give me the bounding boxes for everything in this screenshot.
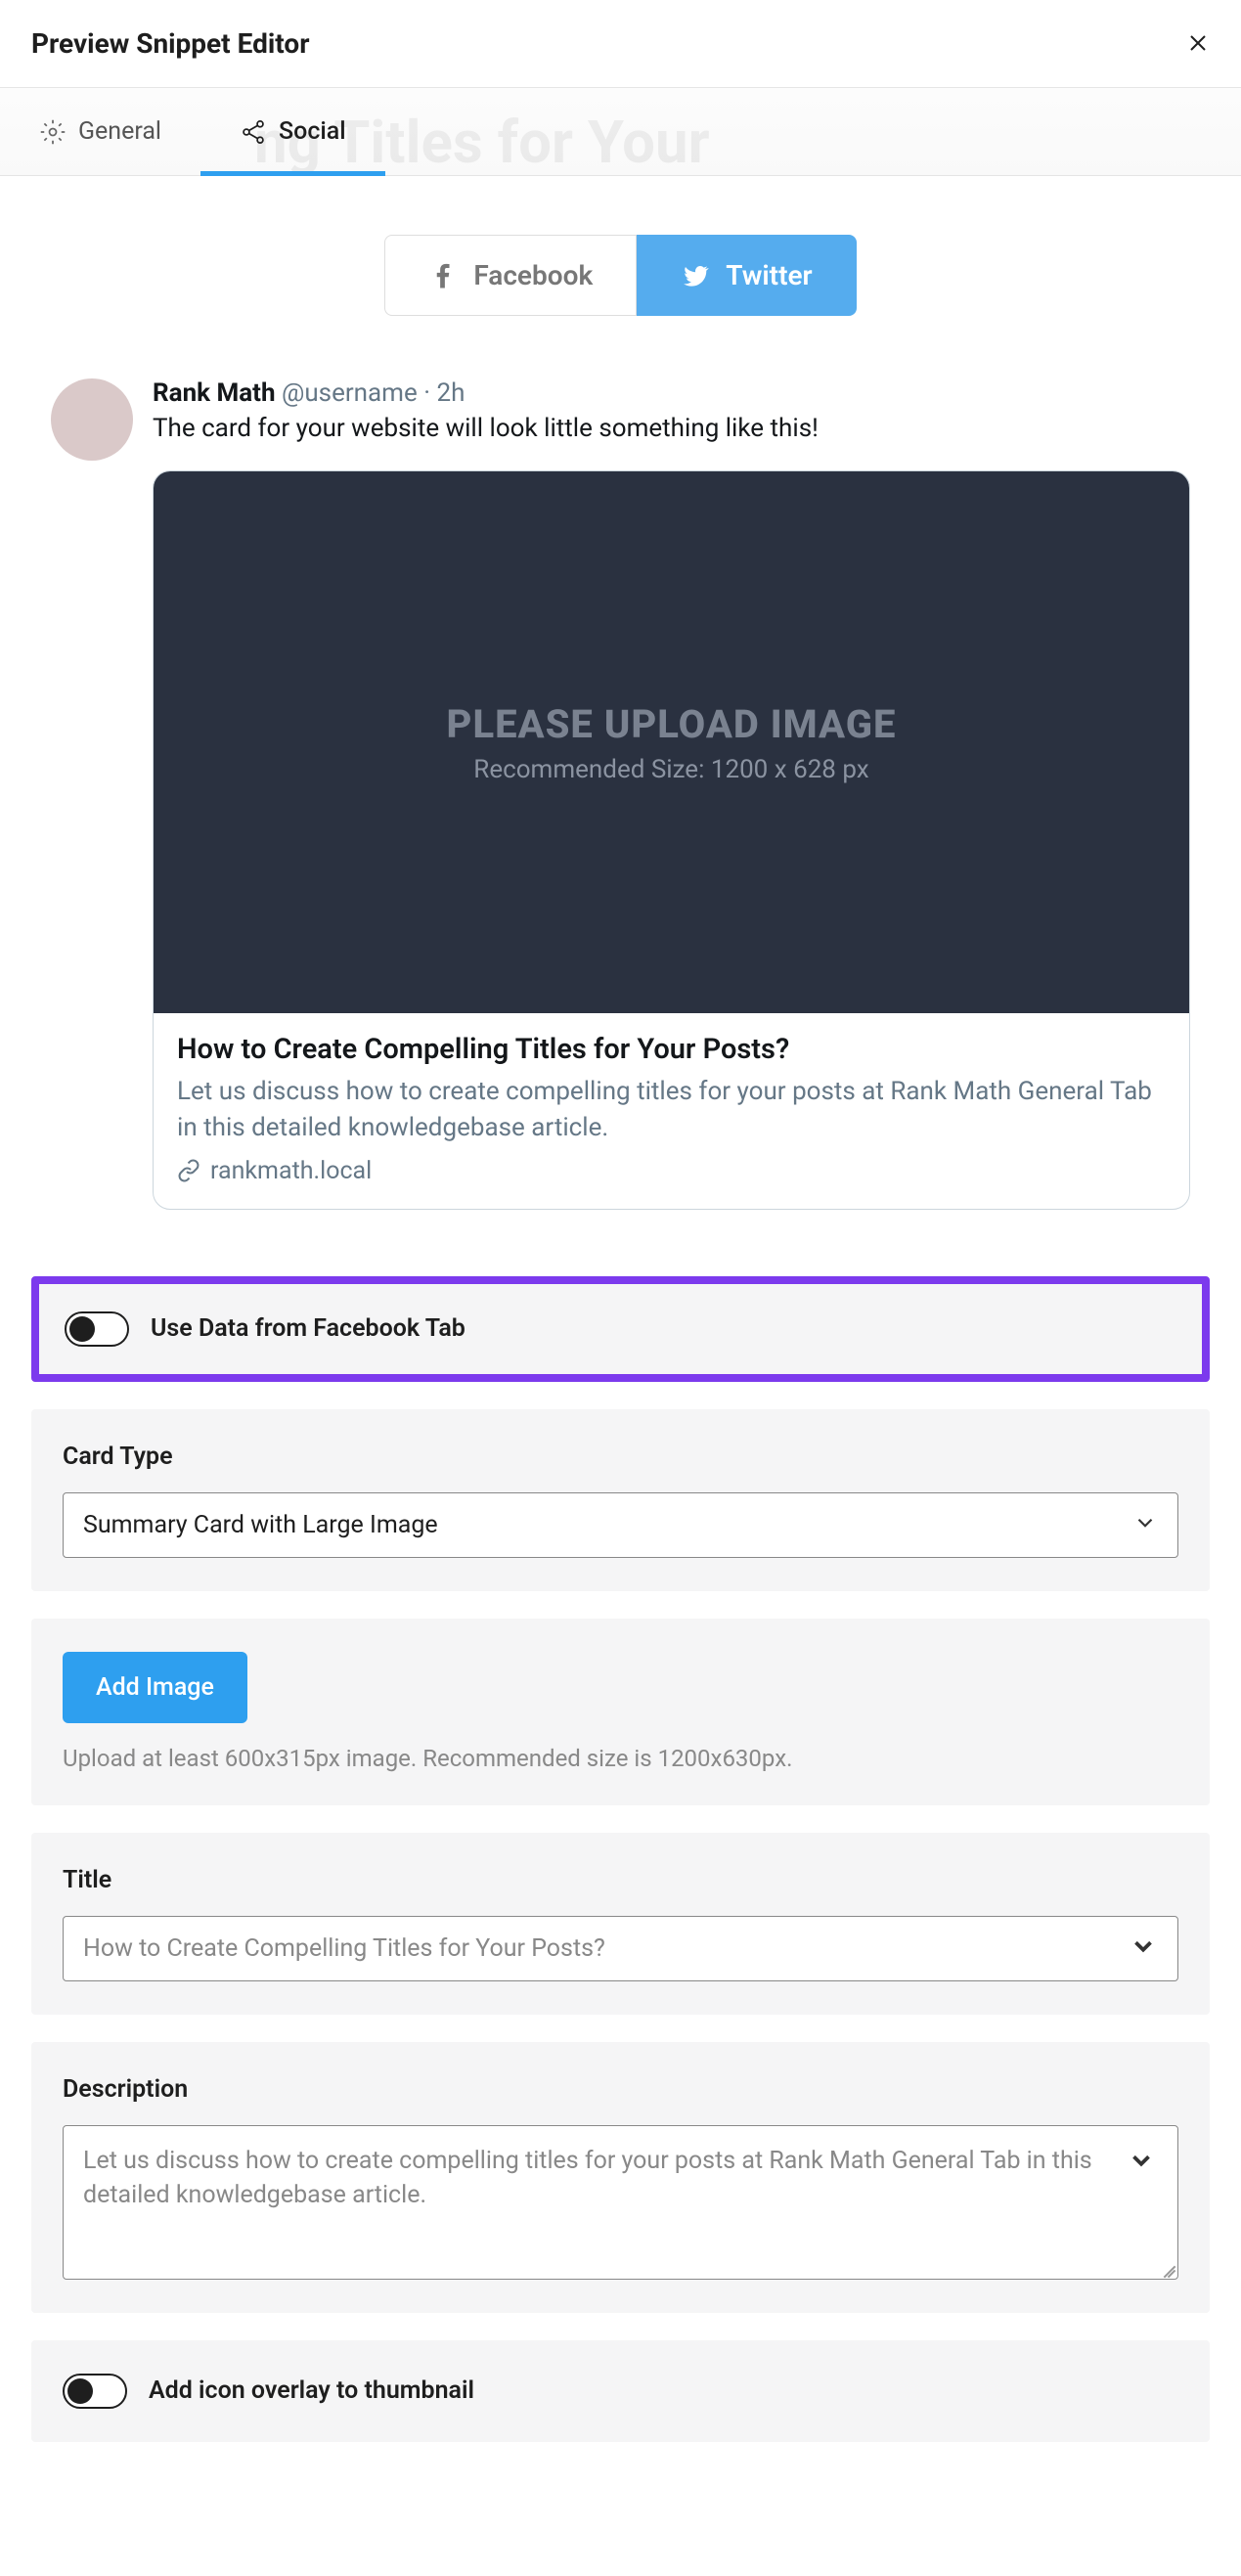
description-textarea[interactable]: Let us discuss how to create compelling … bbox=[63, 2125, 1178, 2280]
twitter-card: PLEASE UPLOAD IMAGE Recommended Size: 12… bbox=[153, 470, 1190, 1210]
panel-add-image: Add Image Upload at least 600x315px imag… bbox=[31, 1619, 1210, 1805]
panel-description: Description Let us discuss how to create… bbox=[31, 2042, 1210, 2313]
social-tab-facebook[interactable]: Facebook bbox=[384, 235, 637, 316]
title-input-value: How to Create Compelling Titles for Your… bbox=[64, 1917, 1177, 1980]
gear-icon bbox=[39, 118, 66, 146]
panel-icon-overlay: Add icon overlay to thumbnail bbox=[31, 2340, 1210, 2442]
card-type-select[interactable]: Summary Card with Large Image bbox=[63, 1492, 1178, 1558]
add-image-button[interactable]: Add Image bbox=[63, 1652, 247, 1723]
tweet-time: 2h bbox=[436, 378, 465, 408]
title-input[interactable]: How to Create Compelling Titles for Your… bbox=[63, 1916, 1178, 1981]
share-icon bbox=[240, 118, 267, 146]
description-label: Description bbox=[63, 2075, 1178, 2104]
social-subtabs: Facebook Twitter bbox=[31, 235, 1210, 316]
tab-general[interactable]: General bbox=[0, 88, 200, 175]
tweet-account-name: Rank Math bbox=[153, 378, 276, 408]
tweet-separator: · bbox=[423, 378, 436, 408]
card-info: How to Create Compelling Titles for Your… bbox=[154, 1013, 1189, 1209]
card-domain: rankmath.local bbox=[177, 1157, 1166, 1185]
toggle-row-use-facebook: Use Data from Facebook Tab bbox=[65, 1311, 1176, 1347]
tab-social-label: Social bbox=[279, 117, 346, 146]
card-description: Let us discuss how to create compelling … bbox=[177, 1074, 1166, 1145]
add-image-help-text: Upload at least 600x315px image. Recomme… bbox=[63, 1745, 1178, 1772]
title-label: Title bbox=[63, 1866, 1178, 1894]
card-domain-text: rankmath.local bbox=[210, 1157, 372, 1185]
close-icon bbox=[1186, 31, 1210, 55]
card-title: How to Create Compelling Titles for Your… bbox=[177, 1033, 1166, 1066]
modal-title: Preview Snippet Editor bbox=[31, 27, 309, 60]
chevron-down-icon bbox=[1127, 2146, 1156, 2179]
close-button[interactable] bbox=[1186, 28, 1210, 60]
toggle-icon-overlay[interactable] bbox=[63, 2374, 127, 2409]
tab-social[interactable]: Social bbox=[200, 88, 385, 175]
twitter-icon bbox=[681, 261, 710, 290]
avatar bbox=[51, 378, 133, 461]
placeholder-heading: PLEASE UPLOAD IMAGE bbox=[447, 701, 897, 747]
toggle-use-facebook-label: Use Data from Facebook Tab bbox=[151, 1314, 465, 1343]
social-tab-twitter[interactable]: Twitter bbox=[637, 235, 856, 316]
card-type-selected-value: Summary Card with Large Image bbox=[64, 1493, 1177, 1557]
tweet-text: The card for your website will look litt… bbox=[153, 414, 1190, 443]
toggle-row-icon-overlay: Add icon overlay to thumbnail bbox=[63, 2374, 1178, 2409]
toggle-use-facebook-data[interactable] bbox=[65, 1311, 129, 1347]
content-area: Facebook Twitter Rank Math @username · 2… bbox=[0, 176, 1241, 1249]
twitter-preview: Rank Math @username · 2h The card for yo… bbox=[31, 378, 1210, 1210]
main-tabs: ng Titles for Your General Social bbox=[0, 88, 1241, 176]
card-type-label: Card Type bbox=[63, 1443, 1178, 1471]
resize-handle[interactable] bbox=[1158, 2259, 1175, 2277]
facebook-icon bbox=[428, 261, 458, 290]
social-tab-twitter-label: Twitter bbox=[726, 259, 812, 291]
modal-header: Preview Snippet Editor bbox=[0, 0, 1241, 88]
description-value: Let us discuss how to create compelling … bbox=[64, 2126, 1177, 2230]
link-icon bbox=[177, 1159, 200, 1182]
placeholder-subheading: Recommended Size: 1200 x 628 px bbox=[473, 755, 868, 784]
tab-general-label: General bbox=[78, 117, 161, 146]
toggle-icon-overlay-label: Add icon overlay to thumbnail bbox=[149, 2376, 474, 2405]
card-image-placeholder: PLEASE UPLOAD IMAGE Recommended Size: 12… bbox=[154, 471, 1189, 1013]
panel-use-facebook-data: Use Data from Facebook Tab bbox=[31, 1276, 1210, 1382]
panel-card-type: Card Type Summary Card with Large Image bbox=[31, 1409, 1210, 1591]
panel-title: Title How to Create Compelling Titles fo… bbox=[31, 1833, 1210, 2015]
tweet-handle: @username bbox=[282, 378, 418, 408]
tweet-header: Rank Math @username · 2h bbox=[153, 378, 1190, 408]
social-tab-facebook-label: Facebook bbox=[473, 259, 593, 291]
tweet-body: Rank Math @username · 2h The card for yo… bbox=[153, 378, 1190, 1210]
